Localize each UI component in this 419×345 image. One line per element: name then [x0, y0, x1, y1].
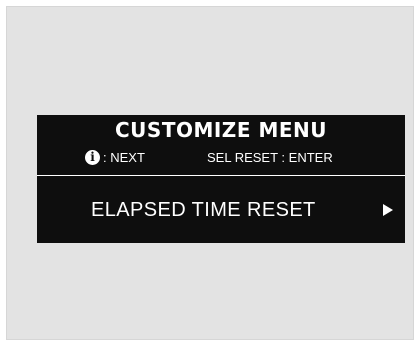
info-next-label: : NEXT [103, 150, 145, 165]
info-next-hint: i : NEXT [85, 150, 145, 165]
info-icon: i [85, 150, 100, 165]
button-hints: i : NEXT SEL RESET : ENTER [85, 150, 391, 168]
background-panel: CUSTOMIZE MENU i : NEXT SEL RESET : ENTE… [6, 6, 414, 340]
customize-menu-display: CUSTOMIZE MENU i : NEXT SEL RESET : ENTE… [37, 115, 405, 243]
menu-title: CUSTOMIZE MENU [115, 118, 327, 142]
sel-reset-enter-hint: SEL RESET : ENTER [207, 150, 333, 165]
divider [37, 175, 405, 176]
menu-item-elapsed-time-reset[interactable]: ELAPSED TIME RESET [91, 199, 316, 222]
right-arrow-icon [383, 204, 393, 216]
